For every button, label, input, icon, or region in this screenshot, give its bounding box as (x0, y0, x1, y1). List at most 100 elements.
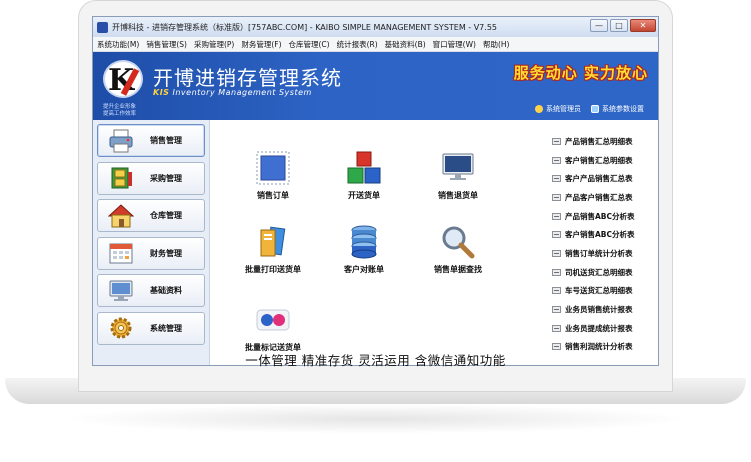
report-link[interactable]: 产品销售汇总明细表 (545, 132, 657, 151)
sidebar-item-label: 财务管理 (150, 248, 182, 258)
tile-sales-return[interactable]: 销售退货单 (418, 150, 498, 201)
app-name: 开博进销存管理系统 (153, 66, 342, 90)
sidebar-item-label: 系统管理 (150, 323, 182, 333)
banner-links: 系统管理员 系统参数设置 (535, 104, 644, 114)
report-list: 产品销售汇总明细表 客户销售汇总明细表 客户产品销售汇总表 产品客户销售汇总表 … (545, 132, 657, 356)
dots-icon (255, 302, 291, 338)
tile-label: 批量打印送货单 (245, 265, 301, 274)
tile-label: 开送货单 (348, 191, 380, 200)
logo-tagline-2: 提高工作效率 (103, 111, 137, 117)
report-icon (552, 287, 561, 295)
slogan: 服务动心 实力放心 (513, 64, 648, 82)
stamp-icon (255, 150, 291, 186)
sidebar-item-basic-data[interactable]: 基础资料 (97, 274, 205, 307)
report-label: 产品客户销售汇总表 (565, 192, 633, 202)
app-name-en-text: Inventory Management System (169, 88, 312, 97)
report-label: 业务员销售统计报表 (565, 305, 633, 315)
report-link[interactable]: 产品销售ABC分析表 (545, 207, 657, 226)
report-link[interactable]: 客户产品销售汇总表 (545, 169, 657, 188)
sidebar-item-label: 销售管理 (150, 136, 182, 145)
report-link[interactable]: 销售订单统计分析表 (545, 244, 657, 263)
report-icon (552, 193, 561, 201)
tile-delivery-note[interactable]: 开送货单 (324, 150, 404, 201)
report-label: 客户销售ABC分析表 (565, 230, 635, 240)
admin-link[interactable]: 系统管理员 (535, 104, 581, 114)
admin-link-label: 系统管理员 (546, 105, 581, 113)
tile-label: 客户对账单 (344, 265, 384, 274)
report-link[interactable]: 车号送货汇总明细表 (545, 282, 657, 301)
window-controls: — □ ✕ (590, 19, 656, 32)
settings-link-label: 系统参数设置 (602, 105, 644, 113)
function-panel: 销售订单 开送货单 销售退货单 批量打印送货单 客户对账单 销售单据查找 批量标… (211, 120, 541, 365)
menu-purchase[interactable]: 采购管理(P) (194, 39, 234, 50)
calendar-icon (108, 241, 134, 265)
report-label: 车号送货汇总明细表 (565, 286, 633, 296)
report-icon (552, 306, 561, 314)
tile-label: 销售订单 (257, 191, 289, 200)
report-label: 业务员提成统计报表 (565, 323, 633, 333)
sidebar: 销售管理 采购管理 仓库管理 财务管理 基础资料 系统管理 (93, 120, 210, 365)
app-name-english: KIS Inventory Management System (153, 88, 312, 97)
sidebar-item-finance[interactable]: 财务管理 (97, 236, 205, 270)
report-link[interactable]: 司机送货汇总明细表 (545, 263, 657, 282)
menu-finance[interactable]: 财务管理(F) (241, 39, 281, 50)
tile-batch-print[interactable]: 批量打印送货单 (233, 224, 313, 275)
database-icon (346, 224, 382, 260)
menu-window[interactable]: 窗口管理(W) (433, 39, 476, 50)
folder-icon (255, 224, 291, 260)
sidebar-item-system[interactable]: 系统管理 (97, 311, 205, 345)
tile-document-search[interactable]: 销售单据查找 (418, 224, 498, 275)
cabinet-icon (108, 166, 134, 190)
maximize-button[interactable]: □ (610, 19, 628, 32)
report-label: 客户销售汇总明细表 (565, 155, 633, 165)
tile-label: 销售单据查找 (434, 265, 482, 274)
monitor-icon (440, 150, 476, 186)
tile-customer-statement[interactable]: 客户对账单 (324, 224, 404, 275)
header-banner: K 提升企业形象 提高工作效率 开博进销存管理系统 KIS Inventory … (93, 52, 658, 120)
app-name-en-prefix: KIS (153, 88, 170, 97)
title-bar: 开博科技 - 进销存管理系统（标准版）[757ABC.COM] - KAIBO … (93, 17, 658, 37)
report-link[interactable]: 客户销售汇总明细表 (545, 151, 657, 170)
report-icon (552, 137, 561, 145)
promo-caption: 一体管理 精准存货 灵活运用 含微信通知功能 (245, 353, 506, 368)
sidebar-item-purchase[interactable]: 采购管理 (97, 161, 205, 195)
menu-warehouse[interactable]: 仓库管理(C) (289, 39, 330, 50)
user-icon (535, 105, 543, 113)
report-link[interactable]: 业务员销售统计报表 (545, 300, 657, 319)
settings-link[interactable]: 系统参数设置 (591, 104, 644, 114)
report-label: 产品销售汇总明细表 (565, 136, 633, 146)
menu-bar: 系统功能(M) 销售管理(S) 采购管理(P) 财务管理(F) 仓库管理(C) … (93, 37, 658, 52)
gear-icon (108, 316, 134, 340)
tile-batch-mark[interactable]: 批量标记送货单 (233, 302, 313, 353)
close-button[interactable]: ✕ (630, 19, 656, 32)
report-link[interactable]: 业务员提成统计报表 (545, 319, 657, 338)
laptop-shadow (60, 404, 691, 434)
app-icon (97, 21, 108, 33)
menu-system[interactable]: 系统功能(M) (97, 39, 139, 50)
report-label: 销售订单统计分析表 (565, 248, 633, 258)
settings-icon (591, 105, 599, 113)
magnifier-icon (440, 224, 476, 260)
report-icon (552, 156, 561, 164)
menu-sales[interactable]: 销售管理(S) (146, 39, 187, 50)
company-logo: K (103, 60, 143, 98)
report-link[interactable]: 客户销售ABC分析表 (545, 225, 657, 244)
sidebar-item-warehouse[interactable]: 仓库管理 (97, 199, 205, 232)
menu-help[interactable]: 帮助(H) (483, 39, 510, 50)
report-icon (552, 231, 561, 239)
report-label: 客户产品销售汇总表 (565, 174, 633, 184)
workspace: 销售管理 采购管理 仓库管理 财务管理 基础资料 系统管理 销售订单 开送货单 … (93, 120, 658, 365)
menu-reports[interactable]: 统计报表(R) (337, 39, 378, 50)
tile-label: 销售退货单 (438, 191, 478, 200)
minimize-button[interactable]: — (590, 19, 608, 32)
report-icon (552, 324, 561, 332)
sidebar-item-label: 基础资料 (150, 286, 182, 295)
report-link[interactable]: 产品客户销售汇总表 (545, 188, 657, 207)
sidebar-item-sales[interactable]: 销售管理 (97, 124, 205, 157)
sidebar-item-label: 仓库管理 (150, 211, 182, 220)
tile-sales-order[interactable]: 销售订单 (233, 150, 313, 201)
window-title: 开博科技 - 进销存管理系统（标准版）[757ABC.COM] - KAIBO … (112, 22, 497, 32)
menu-basic-data[interactable]: 基础资料(B) (385, 39, 426, 50)
printer-icon (108, 129, 134, 153)
sidebar-item-label: 采购管理 (150, 173, 182, 183)
